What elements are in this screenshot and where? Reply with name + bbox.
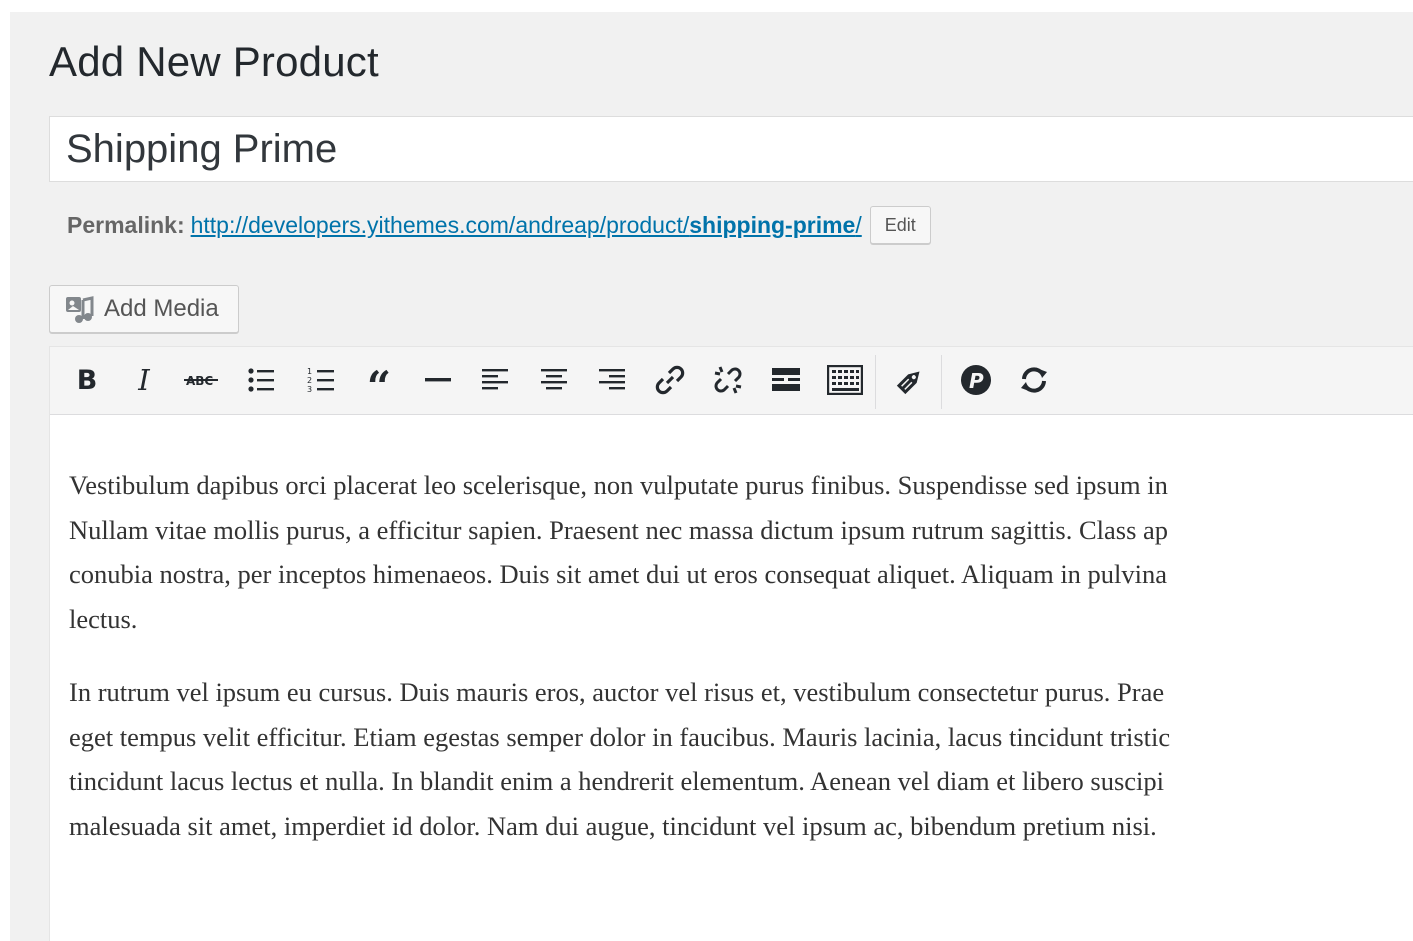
bold-icon[interactable]: B: [67, 360, 107, 400]
content-line: Nullam vitae mollis purus, a efficitur s…: [69, 514, 1169, 545]
content-line: conubia nostra, per inceptos himenaeos. …: [69, 559, 1168, 589]
horizontal-line-icon[interactable]: [418, 360, 458, 400]
permalink-slug: shipping-prime: [689, 211, 856, 238]
bulleted-list-icon[interactable]: [241, 360, 281, 400]
add-media-label: Add Media: [104, 295, 219, 322]
page-title: Add New Product: [49, 38, 379, 85]
remove-link-icon[interactable]: [708, 360, 748, 400]
editor-page: Add New Product Permalink: http://develo…: [10, 12, 1413, 941]
content-paragraph: In rutrum vel ipsum eu cursus. Duis maur…: [69, 670, 1413, 848]
content-line: In rutrum vel ipsum eu cursus. Duis maur…: [69, 677, 1165, 707]
plugin-p-icon[interactable]: P: [956, 360, 996, 400]
refresh-icon[interactable]: [1014, 360, 1054, 400]
permalink-label: Permalink:: [67, 211, 185, 238]
align-left-icon[interactable]: [475, 360, 515, 400]
content-line: malesuada sit amet, imperdiet id dolor. …: [69, 810, 1157, 841]
permalink-link[interactable]: http://developers.yithemes.com/andreap/p…: [191, 212, 862, 239]
toolbar-separator: [875, 355, 876, 409]
read-more-icon[interactable]: [766, 360, 806, 400]
shortcode-icon[interactable]: [891, 360, 931, 400]
strikethrough-icon[interactable]: ABC: [181, 360, 221, 400]
edit-permalink-button[interactable]: Edit: [869, 206, 931, 244]
toolbar-toggle-icon[interactable]: [825, 360, 865, 400]
editor-toolbar: B I ABC: [50, 347, 1413, 415]
align-right-icon[interactable]: [592, 360, 632, 400]
content-paragraph: Vestibulum dapibus orci placerat leo sce…: [69, 463, 1413, 641]
product-title-box: [49, 116, 1413, 182]
content-line: Vestibulum dapibus orci placerat leo sce…: [69, 470, 1168, 500]
content-line: eget tempus velit efficitur. Etiam egest…: [69, 721, 1171, 752]
numbered-list-icon[interactable]: 1 2 3: [301, 360, 341, 400]
blockquote-icon[interactable]: “: [359, 360, 399, 408]
permalink-url-trailing: /: [855, 211, 862, 238]
media-icon: [64, 294, 94, 324]
italic-icon[interactable]: I: [124, 360, 164, 400]
product-title-input[interactable]: [50, 117, 1413, 181]
content-line: tincidunt lacus lectus et nulla. In blan…: [69, 766, 1165, 796]
svg-text:P: P: [969, 369, 984, 393]
align-center-icon[interactable]: [534, 360, 574, 400]
content-line: lectus.: [69, 603, 138, 634]
svg-text:2: 2: [307, 376, 312, 385]
permalink-row: Permalink: http://developers.yithemes.co…: [67, 205, 931, 245]
add-media-button[interactable]: Add Media: [49, 285, 239, 333]
svg-text:1: 1: [307, 367, 312, 376]
toolbar-separator: [941, 355, 942, 409]
editor-content[interactable]: Vestibulum dapibus orci placerat leo sce…: [69, 463, 1413, 877]
insert-link-icon[interactable]: [650, 360, 690, 400]
permalink-url-base: http://developers.yithemes.com/andreap/p…: [190, 211, 690, 238]
content-editor: B I ABC: [49, 346, 1413, 941]
svg-text:3: 3: [307, 385, 312, 394]
